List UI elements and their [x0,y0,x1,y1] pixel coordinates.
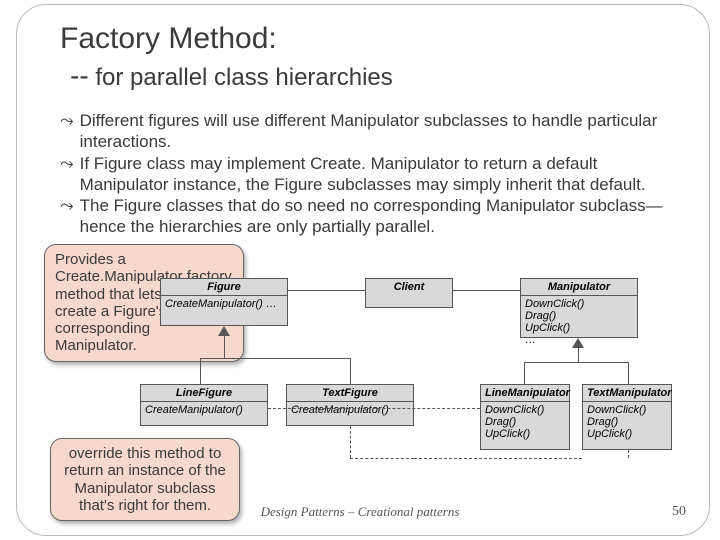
bullet-icon: ⤳ [60,153,74,196]
uml-class-name: LineManipulator [481,385,569,402]
title-dash: -- [70,60,89,91]
uml-linefigure: LineFigure CreateManipulator() [140,384,268,426]
uml-class-name: LineFigure [141,385,267,402]
uml-manipulator: Manipulator DownClick() Drag() UpClick()… [520,278,638,338]
uml-textmanipulator: TextManipulator DownClick() Drag() UpCli… [582,384,672,450]
uml-class-ops: CreateManipulator() … [161,296,287,312]
bullet-icon: ⤳ [60,110,74,153]
uml-class-ops: CreateManipulator() [287,402,413,418]
uml-class-name: TextFigure [287,385,413,402]
page-number: 50 [672,504,686,520]
dashed-connector [414,458,582,459]
uml-class-name: Client [366,279,452,295]
bullet-item: ⤳ If Figure class may implement Create. … [60,153,680,196]
bullet-icon: ⤳ [60,195,74,238]
connector [288,290,365,291]
uml-client: Client [365,278,453,308]
dashed-connector [268,408,480,409]
connector [200,358,201,384]
title-rest: for parallel class hierarchies [89,64,393,91]
connector [628,362,629,384]
bullet-text: Different figures will use different Man… [80,110,680,153]
inherit-arrow-icon [572,338,584,348]
title-line2: -- for parallel class hierarchies [70,60,680,92]
bullet-item: ⤳ The Figure classes that do so need no … [60,195,680,238]
bullet-list: ⤳ Different figures will use different M… [60,110,680,238]
inherit-arrow-icon [218,326,230,336]
uml-class-ops: DownClick() Drag() UpClick() [481,402,569,442]
uml-class-ops: CreateManipulator() [141,402,267,418]
uml-class-ops: DownClick() Drag() UpClick() [583,402,671,442]
uml-figure: Figure CreateManipulator() … [160,278,288,326]
connector [350,358,351,384]
connector [524,362,525,384]
bullet-text: The Figure classes that do so need no co… [80,195,680,238]
dashed-connector [628,450,629,458]
connector [578,348,579,362]
title-line1: Factory Method: [60,22,680,56]
connector [524,362,628,363]
bullet-item: ⤳ Different figures will use different M… [60,110,680,153]
slide-content: Factory Method: -- for parallel class hi… [60,22,680,238]
uml-class-name: Manipulator [521,279,637,296]
dashed-connector [350,426,351,458]
uml-textfigure: TextFigure CreateManipulator() [286,384,414,426]
uml-linemanipulator: LineManipulator DownClick() Drag() UpCli… [480,384,570,450]
dashed-connector [350,458,414,459]
uml-class-name: TextManipulator [583,385,671,402]
bullet-text: If Figure class may implement Create. Ma… [80,153,680,196]
uml-diagram: Figure CreateManipulator() … Client Mani… [140,278,670,488]
connector [200,358,350,359]
connector [224,336,225,358]
footer-text: Design Patterns – Creational patterns [0,504,720,520]
uml-class-name: Figure [161,279,287,296]
connector [453,290,520,291]
